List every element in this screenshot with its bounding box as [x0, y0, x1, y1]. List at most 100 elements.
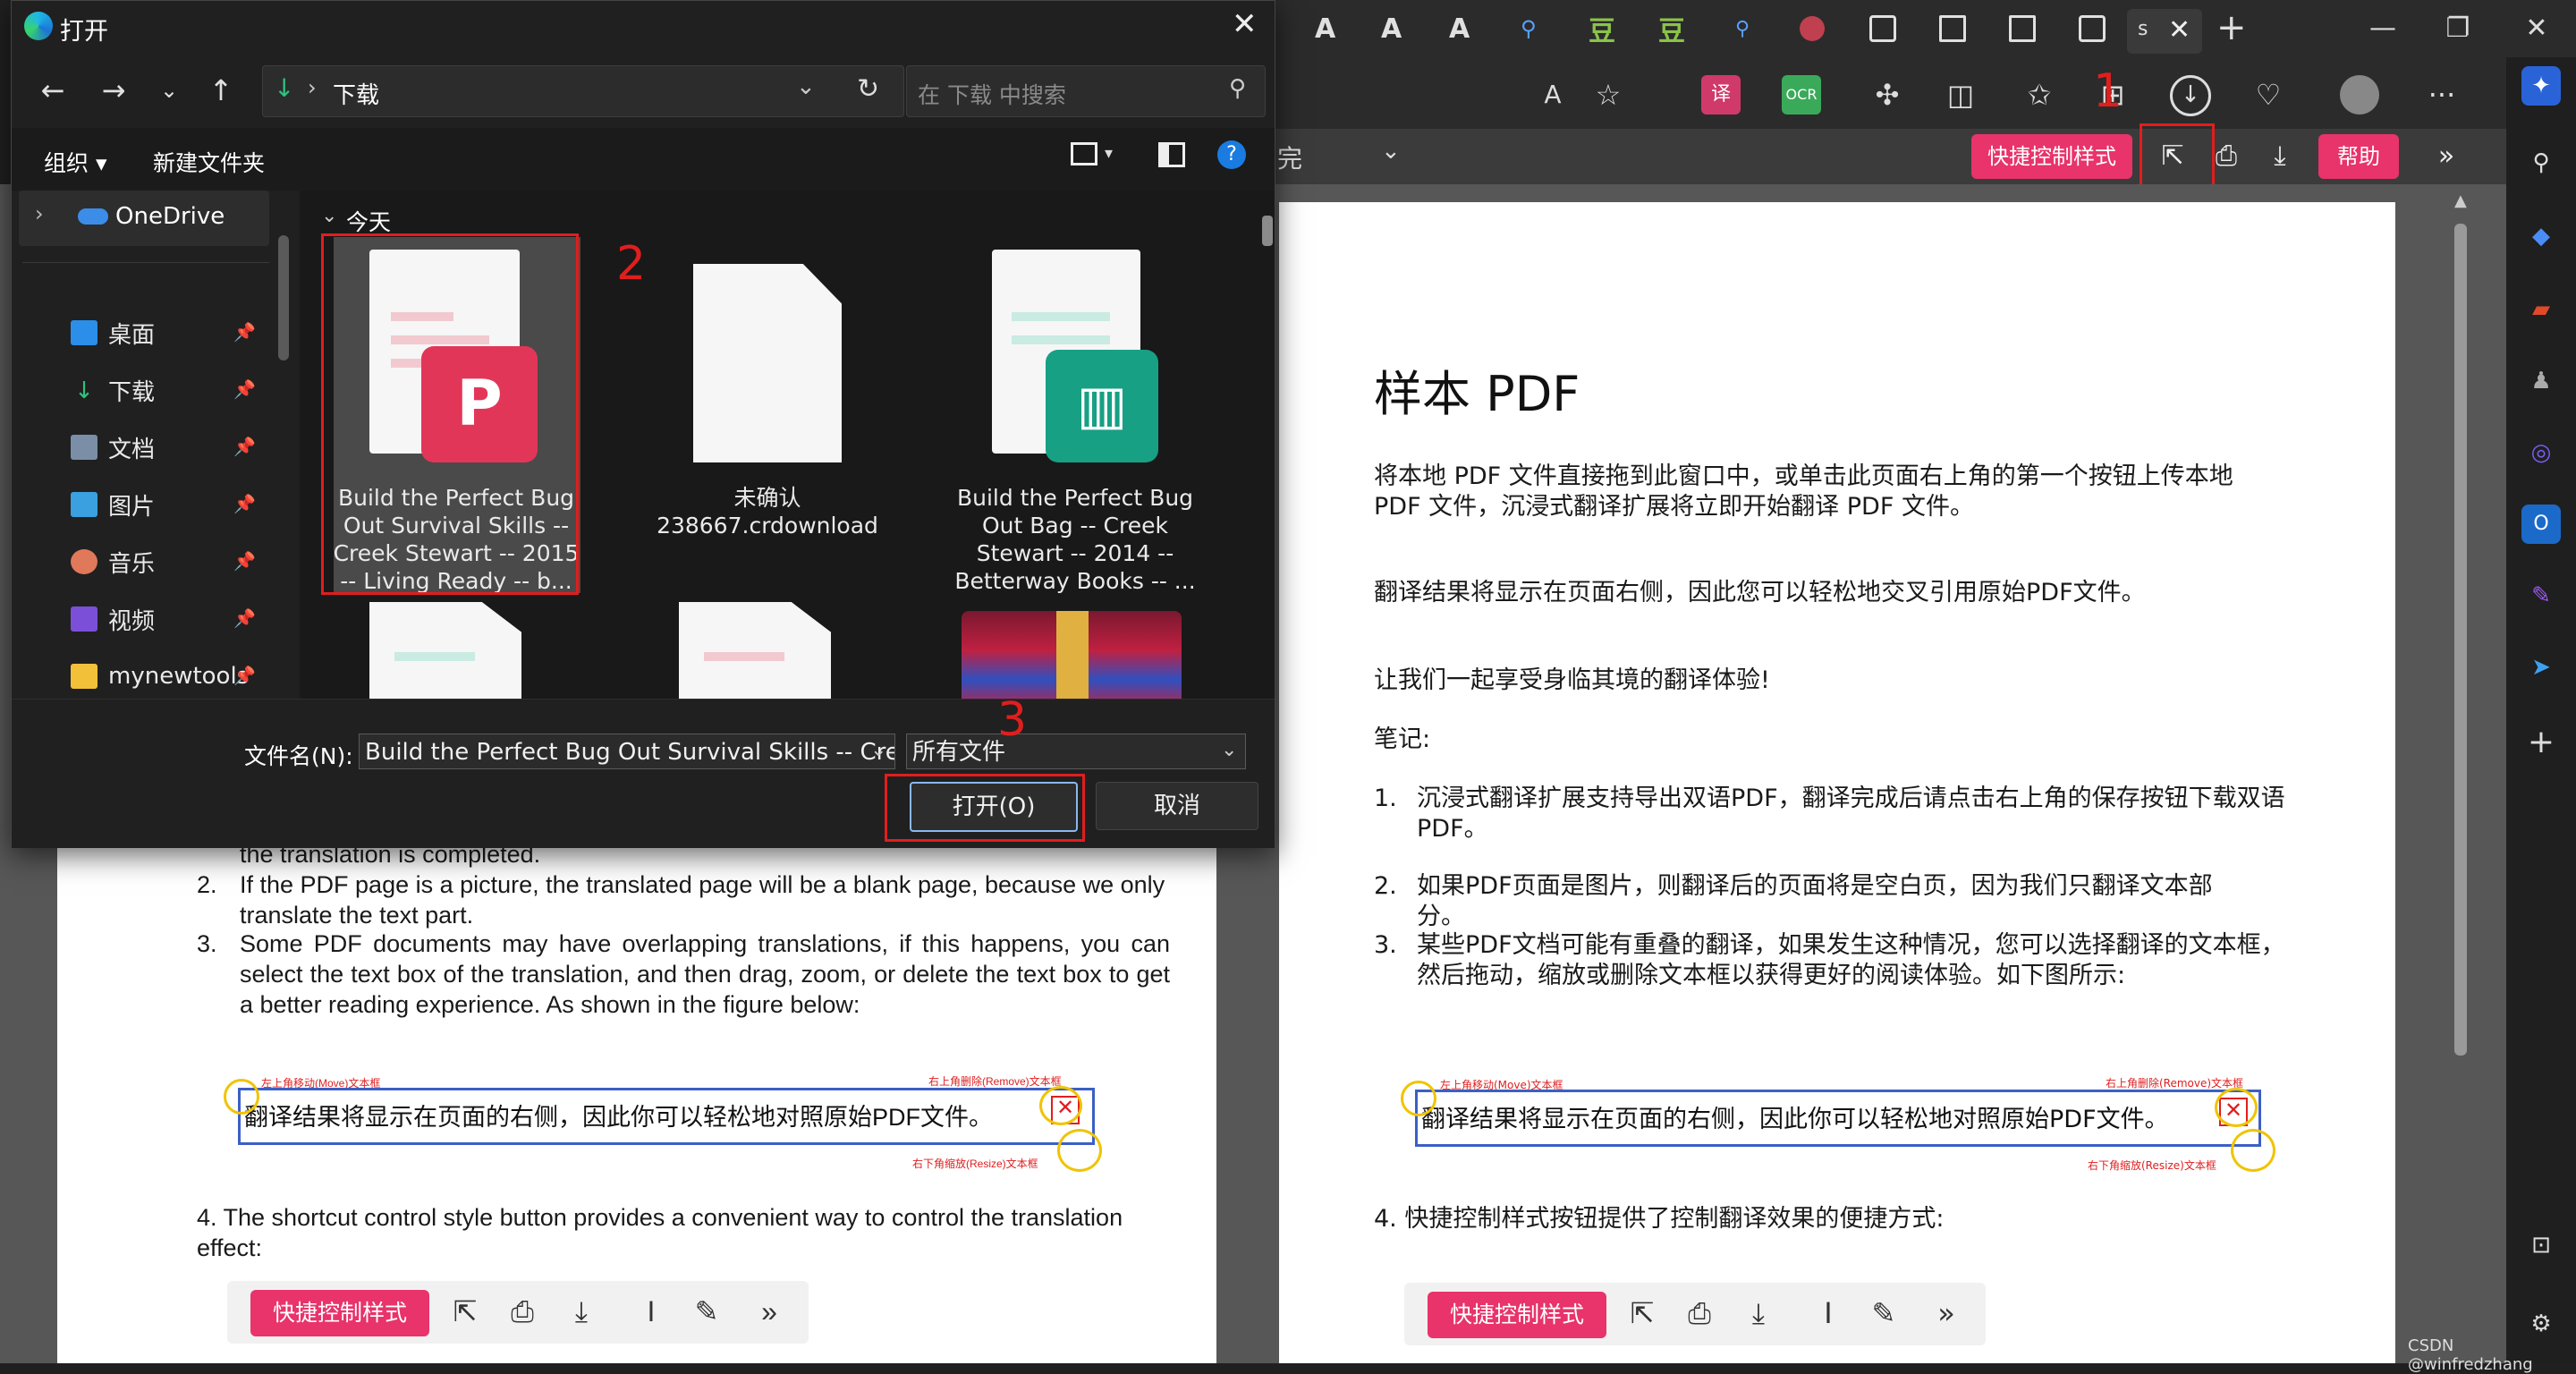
more-menu-icon[interactable]: ···	[2422, 75, 2462, 114]
help-icon[interactable]: ?	[1217, 140, 1246, 169]
minimize-icon[interactable]: —	[2347, 7, 2419, 50]
nav-downloads[interactable]: ↓ 下载	[71, 368, 155, 412]
active-tab[interactable]: s ✕	[2127, 9, 2202, 54]
expand-more-icon[interactable]: »	[2428, 138, 2465, 175]
file-item-crdownload[interactable]: 未确认 238667.crdownload	[645, 237, 892, 593]
refresh-icon[interactable]: ↻	[857, 73, 879, 105]
performance-heart-icon[interactable]: ♡	[2249, 75, 2288, 114]
viewer-dropdown-chevron-icon[interactable]: ⌄	[1381, 138, 1401, 165]
tab-search-icon-2[interactable]: ⚲	[1735, 11, 1750, 47]
path-breadcrumb[interactable]: ↓ › 下载 ⌄ ↻	[262, 65, 904, 117]
expand-chevron-icon[interactable]: ›	[35, 201, 44, 226]
sidebar-designer-icon[interactable]: ✎	[2521, 576, 2561, 615]
nav-desktop[interactable]: 桌面	[71, 310, 155, 355]
pdf-scrollbar[interactable]	[2454, 224, 2467, 1056]
music-icon	[71, 549, 97, 574]
tab-font-a-3[interactable]: A	[1449, 11, 1470, 47]
split-screen-icon[interactable]: ◫	[1941, 75, 1980, 114]
sidebar-tag-icon[interactable]: ◆	[2521, 216, 2561, 256]
nav-pane-scrollbar[interactable]	[278, 235, 289, 360]
nav-documents[interactable]: 文档	[71, 425, 155, 470]
tab-app-icon-1[interactable]	[1869, 11, 1896, 47]
nav-videos[interactable]: 视频	[71, 597, 155, 641]
sidebar-add-icon[interactable]: +	[2521, 723, 2561, 762]
sidebar-outlook-icon[interactable]: O	[2521, 505, 2561, 544]
tab-font-a-2[interactable]: A	[1381, 11, 1402, 47]
archive-file-icon[interactable]	[962, 611, 1182, 699]
filename-input[interactable]: Build the Perfect Bug Out Survival Skill…	[359, 734, 895, 769]
file-list-scrollbar[interactable]	[1262, 216, 1273, 246]
left-demo-remove-highlight	[1039, 1086, 1082, 1125]
sidebar-toolbox-icon[interactable]: ▰	[2521, 290, 2561, 329]
pin-icon[interactable]: 📌	[233, 378, 256, 400]
tab-avatar-icon[interactable]	[1800, 11, 1825, 47]
pin-icon[interactable]: 📌	[233, 321, 256, 343]
tab-search-icon[interactable]: ⚲	[1521, 11, 1537, 47]
sidebar-search-icon[interactable]: ⚲	[2521, 143, 2561, 182]
pin-icon[interactable]: 📌	[233, 665, 256, 686]
filetype-chevron-icon[interactable]: ⌄	[1221, 739, 1237, 761]
search-placeholder: 在 下载 中搜索	[918, 82, 1066, 108]
file-item-bug-out-bag[interactable]: ▥ Build the Perfect Bug Out Bag -- Creek…	[953, 237, 1199, 594]
tab-page-icon-2[interactable]	[2009, 11, 2036, 47]
restore-icon[interactable]: ❐	[2422, 7, 2494, 50]
help-button[interactable]: 帮助	[2318, 134, 2399, 179]
organize-menu[interactable]: 组织 ▾	[44, 146, 107, 178]
new-folder-button[interactable]: 新建文件夹	[153, 146, 265, 178]
filetype-select[interactable]: 所有文件	[906, 734, 1246, 769]
favorites-icon[interactable]: ✩	[2020, 75, 2059, 114]
search-input[interactable]: 在 下载 中搜索 ⚲	[906, 65, 1266, 117]
downloads-icon[interactable]: ↓	[2170, 75, 2211, 116]
favorite-star-icon[interactable]: ☆	[1589, 75, 1628, 114]
pin-icon[interactable]: 📌	[233, 550, 256, 572]
file-item-partial-1[interactable]	[369, 602, 521, 699]
nav-onedrive-row[interactable]: › OneDrive	[19, 191, 269, 246]
pin-icon[interactable]: 📌	[233, 493, 256, 514]
view-options-chevron-icon[interactable]: ▾	[1105, 144, 1113, 163]
shortcut-style-button[interactable]: 快捷控制样式	[1971, 134, 2132, 179]
tab-doc-icon-2[interactable]: 豆	[1658, 11, 1685, 47]
pin-icon[interactable]: 📌	[233, 607, 256, 629]
right-demo-text: 翻译结果将显示在页面的右侧，因此你可以轻松地对照原始PDF文件。	[1421, 1106, 2169, 1133]
forward-arrow-icon[interactable]: →	[94, 71, 133, 110]
copilot-icon[interactable]: ✦	[2521, 66, 2561, 106]
translate-extension-icon[interactable]: 译	[1701, 75, 1741, 114]
cancel-button[interactable]: 取消	[1096, 782, 1258, 830]
nav-music[interactable]: 音乐	[71, 539, 155, 584]
save-download-icon[interactable]: ⤓	[2261, 138, 2299, 175]
right-note-num-1: 1.	[1374, 785, 1397, 812]
pin-icon[interactable]: 📌	[233, 436, 256, 457]
sidebar-screenshot-icon[interactable]: ⊡	[2521, 1226, 2561, 1265]
new-tab-icon[interactable]: +	[2216, 7, 2247, 48]
filename-history-chevron-icon[interactable]: ⌄	[870, 739, 886, 761]
tab-page-icon-1[interactable]	[1939, 11, 1966, 47]
sidebar-games-icon[interactable]: ♟	[2521, 361, 2561, 401]
sidebar-send-icon[interactable]: ➤	[2521, 648, 2561, 687]
right-paragraph-3: 让我们一起享受身临其境的翻译体验!	[1374, 666, 1770, 694]
read-aloud-icon[interactable]: A	[1533, 75, 1572, 114]
tab-doc-icon-1[interactable]: 豆	[1589, 11, 1615, 47]
tab-font-a-1[interactable]: A	[1315, 11, 1335, 47]
nav-mynewtools[interactable]: mynewtools	[71, 654, 249, 699]
ocr-extension-icon[interactable]: OCR	[1782, 75, 1821, 114]
group-collapse-chevron-icon[interactable]: ⌄	[321, 205, 337, 227]
close-tab-icon[interactable]: ✕	[2168, 14, 2190, 46]
up-folder-arrow-icon[interactable]: ↑	[201, 71, 241, 110]
nav-videos-label: 视频	[108, 607, 156, 635]
path-history-chevron-icon[interactable]: ⌄	[796, 73, 816, 100]
profile-avatar[interactable]	[2340, 75, 2379, 114]
sidebar-m365-icon[interactable]: ◎	[2521, 433, 2561, 472]
dialog-close-icon[interactable]: ✕	[1232, 6, 1258, 42]
view-options-icon[interactable]	[1071, 142, 1097, 165]
recent-locations-chevron-icon[interactable]: ⌄	[149, 71, 189, 110]
right-notes-heading: 笔记:	[1374, 725, 1431, 753]
path-current-folder[interactable]: 下载	[333, 77, 379, 110]
scroll-up-icon[interactable]: ▲	[2454, 191, 2467, 210]
extensions-puzzle-icon[interactable]: ✣	[1868, 75, 1907, 114]
tab-app-icon-2[interactable]	[2079, 11, 2106, 47]
file-item-partial-2[interactable]	[679, 602, 831, 699]
nav-pictures[interactable]: 图片	[71, 482, 155, 527]
window-close-icon[interactable]: ✕	[2501, 7, 2572, 50]
preview-pane-icon[interactable]	[1158, 142, 1185, 167]
back-arrow-icon[interactable]: ←	[33, 71, 72, 110]
